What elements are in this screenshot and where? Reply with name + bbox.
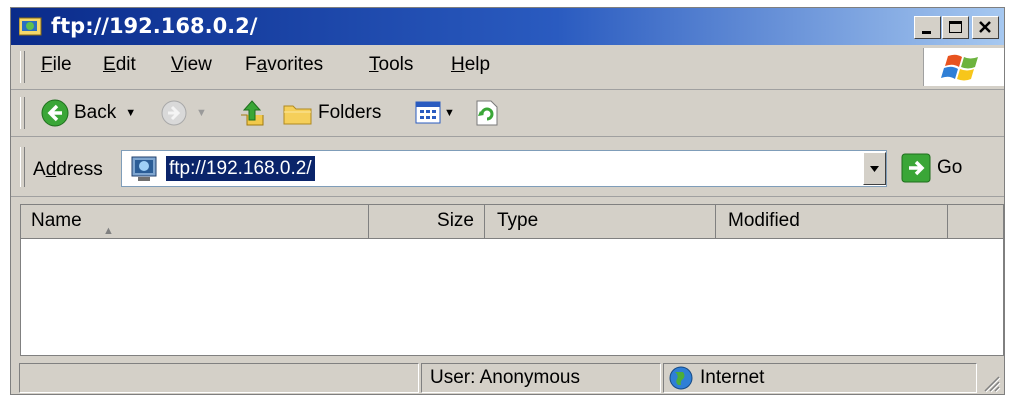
- column-header-size[interactable]: Size: [369, 205, 485, 239]
- internet-globe-icon: [669, 366, 693, 394]
- address-input[interactable]: ftp://192.168.0.2/: [121, 150, 887, 187]
- views-dropdown-icon[interactable]: ▼: [444, 107, 455, 119]
- folders-button[interactable]: Folders: [283, 98, 381, 128]
- menu-grip[interactable]: [20, 51, 25, 83]
- windows-logo: [923, 48, 1004, 86]
- up-button[interactable]: [239, 98, 265, 128]
- chevron-down-icon: [870, 166, 879, 172]
- address-text[interactable]: ftp://192.168.0.2/: [166, 156, 315, 181]
- views-icon: [415, 101, 441, 124]
- status-bar: User: Anonymous Internet: [11, 360, 1004, 394]
- ftp-folder-icon: [18, 16, 43, 37]
- title-bar[interactable]: ftp://192.168.0.2/: [11, 8, 1004, 45]
- go-arrow-icon: [901, 153, 931, 183]
- refresh-button[interactable]: [475, 98, 499, 128]
- ftp-computer-icon: [130, 156, 158, 187]
- menu-bar: File Edit View Favorites Tools Help: [11, 45, 1004, 90]
- status-pane-user: User: Anonymous: [421, 363, 661, 393]
- file-list[interactable]: Name ▲ Size Type Modified: [20, 204, 1004, 356]
- resize-grip-icon[interactable]: [979, 371, 1001, 393]
- address-label: Address: [33, 159, 103, 180]
- status-pane-zone: Internet: [663, 363, 977, 393]
- menu-tools[interactable]: Tools: [369, 54, 413, 76]
- views-button[interactable]: ▼: [415, 98, 455, 128]
- status-user: User: Anonymous: [430, 367, 580, 388]
- address-bar: Address ftp://192.168.0.2/ Go: [11, 137, 1004, 197]
- back-dropdown-icon[interactable]: ▼: [125, 107, 136, 119]
- forward-arrow-icon: [161, 100, 187, 126]
- menu-file[interactable]: File: [41, 54, 72, 76]
- menu-help[interactable]: Help: [451, 54, 490, 76]
- menu-edit[interactable]: Edit: [103, 54, 136, 76]
- back-arrow-icon: [41, 99, 69, 127]
- refresh-icon: [476, 100, 498, 126]
- minimize-button[interactable]: [914, 16, 941, 39]
- toolbar-grip[interactable]: [20, 97, 25, 129]
- sort-ascending-icon: ▲: [103, 225, 114, 237]
- forward-dropdown-icon[interactable]: ▼: [196, 107, 207, 119]
- address-grip[interactable]: [20, 147, 25, 187]
- column-header-modified[interactable]: Modified: [716, 205, 948, 239]
- forward-button[interactable]: ▼: [161, 98, 207, 128]
- address-dropdown[interactable]: [863, 152, 886, 185]
- column-header-filler: [948, 205, 1003, 239]
- back-button[interactable]: Back ▼: [41, 98, 136, 128]
- window-title: ftp://192.168.0.2/: [51, 14, 258, 38]
- close-icon: [979, 21, 991, 33]
- windows-flag-icon: [941, 54, 978, 81]
- close-button[interactable]: [972, 16, 999, 39]
- minimize-icon: [922, 31, 931, 34]
- go-button[interactable]: Go: [901, 151, 962, 185]
- status-zone: Internet: [700, 367, 765, 388]
- status-pane-main: [19, 363, 419, 393]
- up-folder-icon: [241, 100, 264, 126]
- maximize-button[interactable]: [942, 16, 969, 39]
- column-header-name[interactable]: Name ▲: [21, 205, 369, 239]
- standard-toolbar: Back ▼ ▼ Folders ▼: [11, 90, 1004, 137]
- menu-favorites[interactable]: Favorites: [245, 54, 323, 76]
- menu-view[interactable]: View: [171, 54, 212, 76]
- maximize-icon: [949, 21, 962, 33]
- explorer-window: ftp://192.168.0.2/ File Edit View Favori…: [10, 7, 1005, 395]
- column-header-type[interactable]: Type: [485, 205, 716, 239]
- folders-icon: [283, 105, 312, 125]
